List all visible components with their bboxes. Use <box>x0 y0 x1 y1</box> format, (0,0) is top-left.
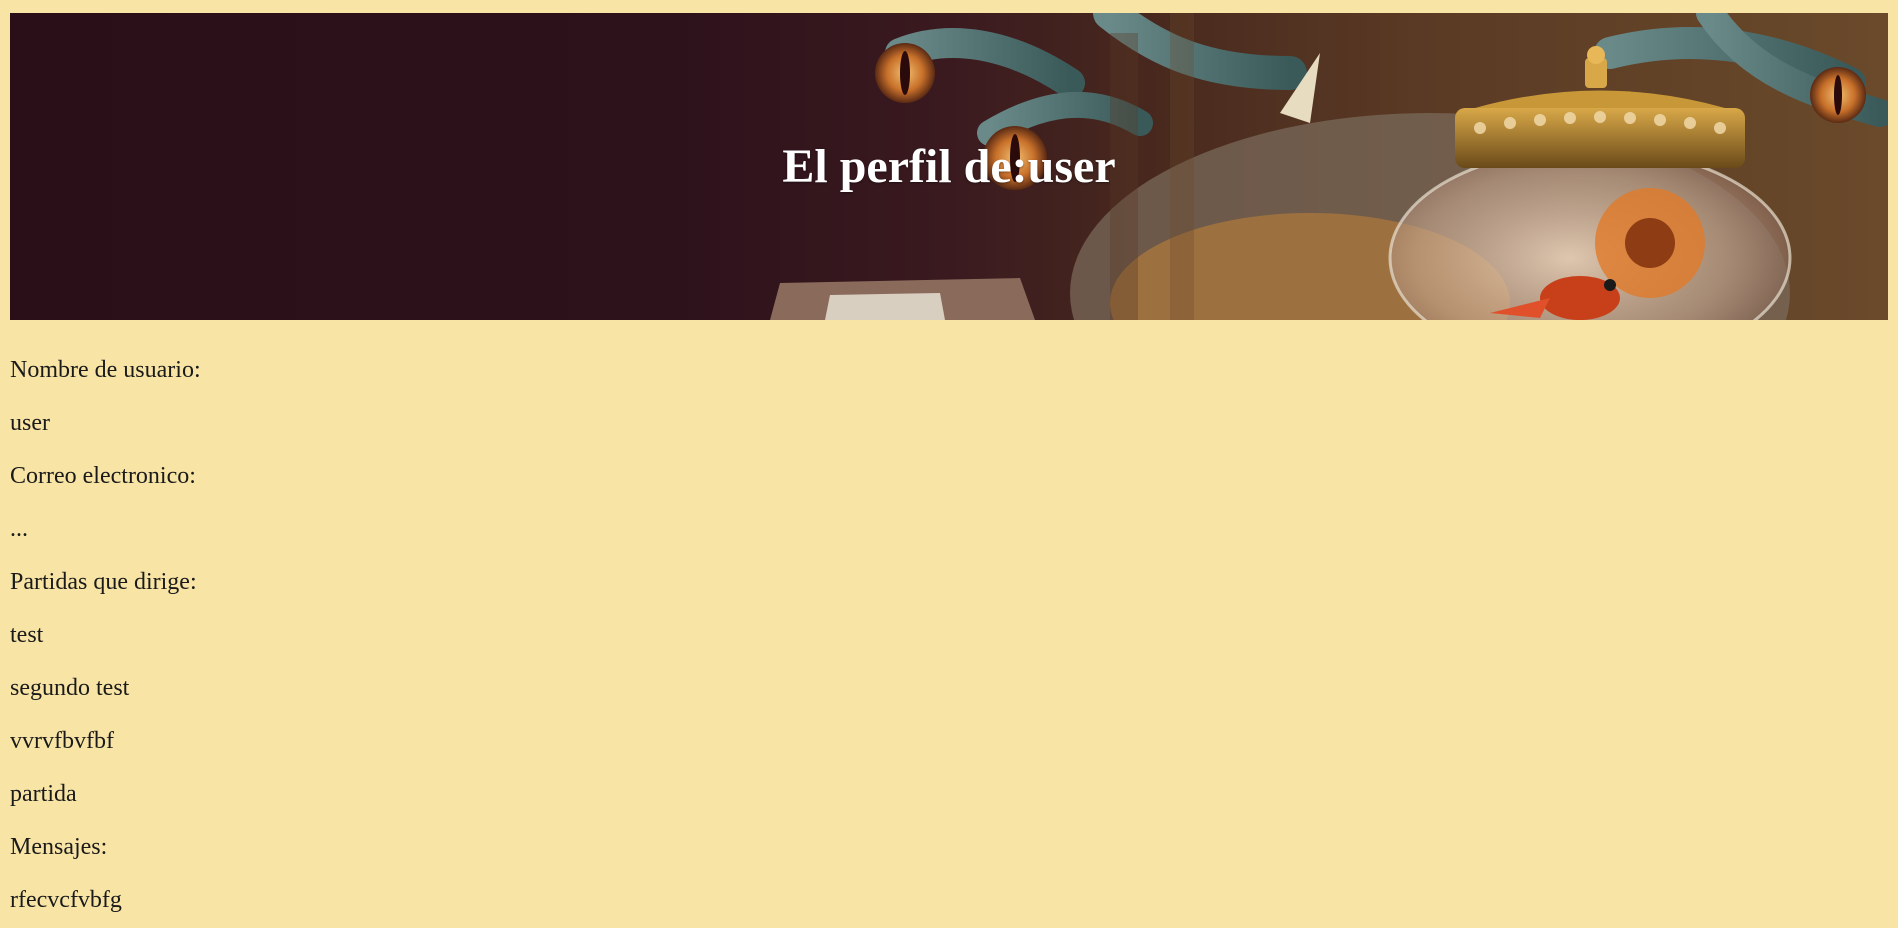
email-value: ... <box>10 516 28 542</box>
game-item: partida <box>10 781 77 807</box>
message-item: rfecvcfvbfg <box>10 887 122 913</box>
profile-details: Nombre de usuario: user Correo electroni… <box>10 345 1880 928</box>
game-item: segundo test <box>10 675 130 701</box>
page-title: El perfil de:user <box>782 140 1116 193</box>
username-value: user <box>10 410 50 436</box>
games-label: Partidas que dirige: <box>10 569 197 595</box>
game-item: vvrvfbvfbf <box>10 728 114 754</box>
game-item: test <box>10 622 44 648</box>
username-label: Nombre de usuario: <box>10 357 201 383</box>
messages-label: Mensajes: <box>10 834 108 860</box>
header-banner: El perfil de:user <box>10 13 1888 320</box>
email-label: Correo electronico: <box>10 463 196 489</box>
